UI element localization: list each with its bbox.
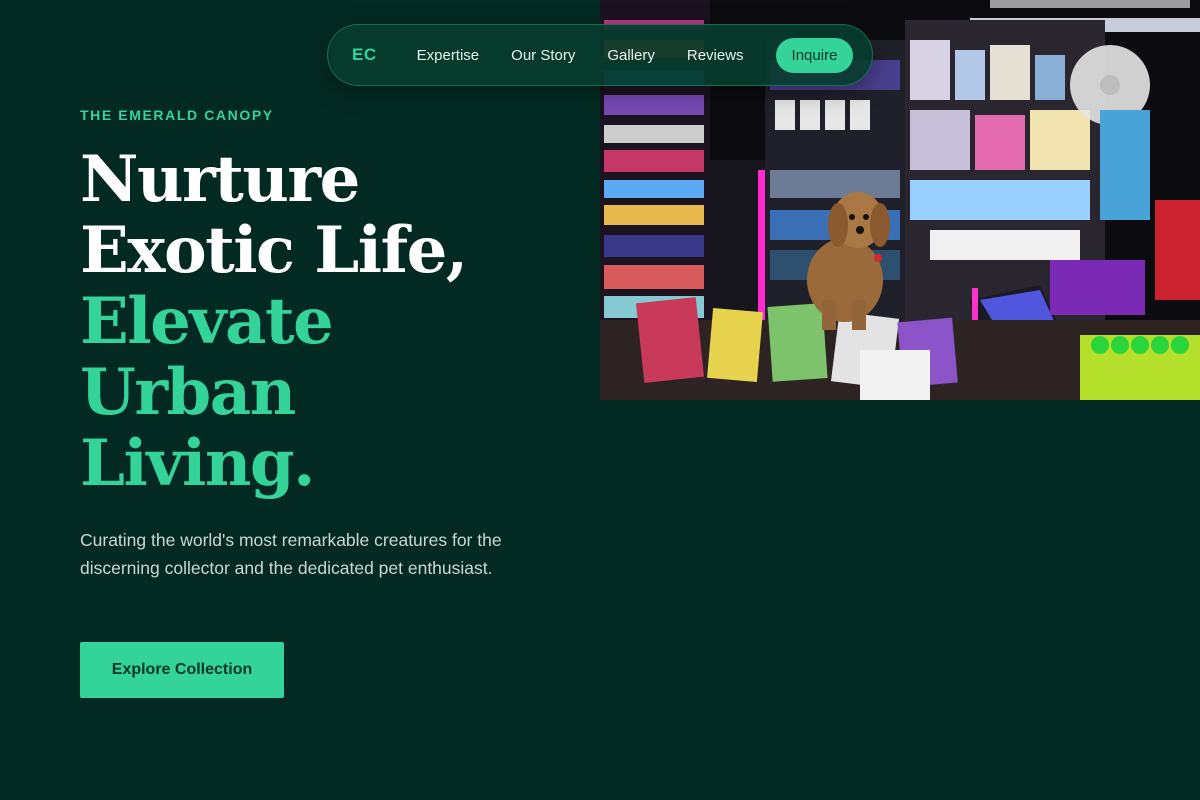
hero-subtitle: Curating the world's most remarkable cre… xyxy=(80,530,502,578)
hero-headline: Nurture Exotic Life, Elevate Urban Livin… xyxy=(80,144,580,499)
nav-link-reviews[interactable]: Reviews xyxy=(687,47,744,64)
nav-link-expertise[interactable]: Expertise xyxy=(417,47,480,64)
main-nav: EC Expertise Our Story Gallery Reviews I… xyxy=(327,24,873,86)
eyebrow-label: THE EMERALD CANOPY xyxy=(80,107,274,123)
headline-line-accent: Living. xyxy=(80,426,315,501)
headline-line: Nurture xyxy=(80,142,360,217)
headline-line-accent: Elevate xyxy=(80,284,334,359)
headline-line-accent: Urban xyxy=(80,355,296,430)
explore-collection-button[interactable]: Explore Collection xyxy=(80,642,284,698)
logo[interactable]: EC xyxy=(352,45,377,65)
nav-link-our-story[interactable]: Our Story xyxy=(511,47,575,64)
inquire-button[interactable]: Inquire xyxy=(775,37,854,73)
headline-line: Exotic Life, xyxy=(80,213,468,288)
nav-link-gallery[interactable]: Gallery xyxy=(607,47,655,64)
